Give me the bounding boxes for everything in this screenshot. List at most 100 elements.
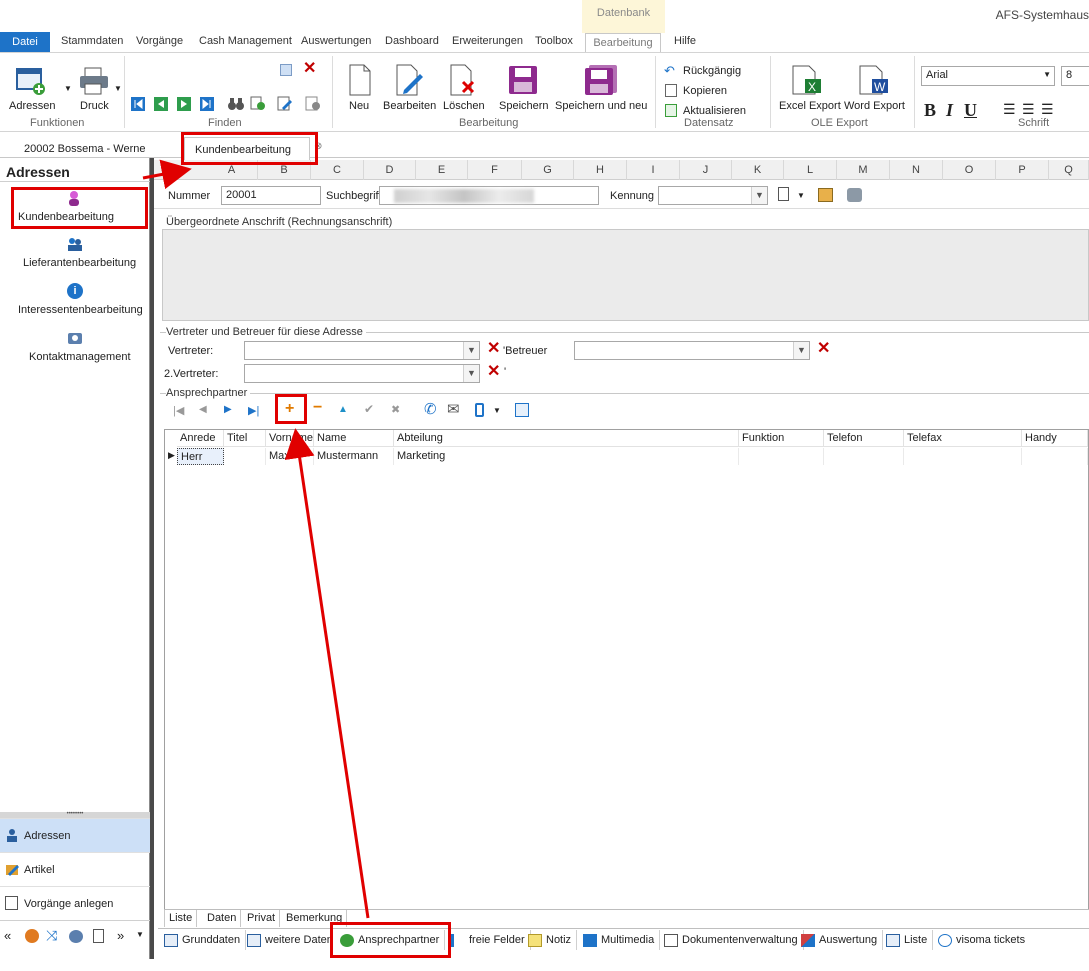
betreuer-select[interactable]: ▼ xyxy=(574,341,810,360)
address-book-icon[interactable] xyxy=(15,66,47,96)
nav-adressen[interactable]: Adressen xyxy=(0,818,150,852)
font-family-select[interactable]: Arial ▼ xyxy=(921,66,1055,86)
speichern-und-neu-button[interactable]: Speichern und neu xyxy=(555,100,647,112)
tab-liste[interactable]: Liste xyxy=(882,930,934,950)
word-export-icon[interactable]: W xyxy=(858,65,890,98)
remove-contact-icon[interactable]: − xyxy=(313,399,322,417)
tab-dokumentenverwaltung[interactable]: Dokumentenverwaltung xyxy=(660,930,804,950)
export-contacts-icon[interactable] xyxy=(515,403,529,417)
new-document-icon[interactable] xyxy=(348,64,372,99)
tab-visoma-tickets[interactable]: visoma tickets xyxy=(934,930,1030,950)
clear-vertreter-icon[interactable]: ✕ xyxy=(487,341,500,357)
panel-splitter[interactable] xyxy=(150,158,154,959)
shortcut-shuffle-icon[interactable]: ⤨ xyxy=(46,927,57,944)
excel-export-icon[interactable]: X xyxy=(791,65,823,98)
prev-record-icon[interactable] xyxy=(154,97,168,114)
bold-button[interactable]: B xyxy=(924,100,936,121)
next-record-icon[interactable] xyxy=(177,97,191,114)
document-dropdown-icon[interactable]: ▼ xyxy=(797,191,805,200)
column-header-e[interactable]: E xyxy=(416,160,468,180)
column-header-j[interactable]: J xyxy=(680,160,732,180)
cancel-contact-icon[interactable]: ✖ xyxy=(391,403,400,416)
tab-freie-felder[interactable]: freie Felder xyxy=(447,930,531,950)
column-header-k[interactable]: K xyxy=(732,160,784,180)
subtab-daten[interactable]: Daten xyxy=(203,910,242,927)
shortcut-chart-icon[interactable] xyxy=(69,930,83,943)
delete-document-icon[interactable] xyxy=(449,64,477,99)
mobile-icon[interactable] xyxy=(475,403,484,417)
menu-toolbox[interactable]: Toolbox xyxy=(535,35,573,47)
cell-vorname[interactable]: Max xyxy=(266,448,314,465)
cell-telefon[interactable] xyxy=(824,448,904,465)
column-header-p[interactable]: P xyxy=(996,160,1049,180)
nav-artikel[interactable]: Artikel xyxy=(0,852,150,886)
excel-export-button[interactable]: Excel Export xyxy=(779,100,841,112)
column-header-a[interactable]: A xyxy=(206,160,258,180)
neu-button[interactable]: Neu xyxy=(349,100,369,112)
doc-tab-active[interactable]: Kundenbearbeitung xyxy=(184,137,310,161)
first-contact-icon[interactable]: |◀ xyxy=(173,404,184,417)
cell-telefax[interactable] xyxy=(904,448,1022,465)
tab-notiz[interactable]: Notiz xyxy=(524,930,578,950)
nav-vorgaenge-anlegen[interactable]: Vorgänge anlegen xyxy=(0,886,150,920)
table-row[interactable]: Herr Max Mustermann Marketing xyxy=(165,430,1088,466)
underline-button[interactable]: U xyxy=(964,100,977,121)
menu-auswertungen[interactable]: Auswertungen xyxy=(301,35,371,47)
cell-name[interactable]: Mustermann xyxy=(314,448,394,465)
adressen-dropdown-icon[interactable]: ▼ xyxy=(64,84,72,93)
kopieren-button[interactable]: Kopieren xyxy=(683,85,727,97)
add-contact-icon[interactable]: + xyxy=(285,400,294,418)
bearbeiten-button[interactable]: Bearbeiten xyxy=(383,100,436,112)
column-header-l[interactable]: L xyxy=(784,160,837,180)
expand-nav-icon[interactable]: » xyxy=(117,928,124,943)
nav-lieferantenbearbeitung[interactable]: Lieferantenbearbeitung xyxy=(23,257,136,269)
shortcut-bundle-icon[interactable] xyxy=(25,929,39,943)
mobile-dropdown-icon[interactable]: ▼ xyxy=(493,406,501,415)
cell-funktion[interactable] xyxy=(739,448,824,465)
collapse-nav-icon[interactable]: « xyxy=(4,928,11,943)
undo-icon[interactable]: ↶ xyxy=(664,63,675,79)
nav-kundenbearbeitung[interactable]: Kundenbearbeitung xyxy=(18,211,114,223)
cell-abteilung[interactable]: Marketing xyxy=(394,448,739,465)
column-header-c[interactable]: C xyxy=(311,160,364,180)
copy-icon[interactable] xyxy=(665,84,677,97)
tab-auswertung[interactable]: Auswertung xyxy=(797,930,884,950)
close-tab-icon[interactable]: ⊗ xyxy=(314,141,322,152)
italic-button[interactable]: I xyxy=(946,100,953,121)
print-record-icon[interactable] xyxy=(847,188,862,202)
druck-button[interactable]: Druck xyxy=(80,100,109,112)
align-right-icon[interactable]: ☰ xyxy=(1041,101,1054,118)
cell-anrede[interactable]: Herr xyxy=(177,448,224,465)
nav-kontaktmanagement[interactable]: Kontaktmanagement xyxy=(29,351,131,363)
cell-handy[interactable] xyxy=(1022,448,1088,465)
filter-dropdown-icon[interactable] xyxy=(280,64,292,76)
subtab-liste[interactable]: Liste xyxy=(164,910,198,927)
column-header-h[interactable]: H xyxy=(574,160,627,180)
last-contact-icon[interactable]: ▶| xyxy=(248,404,259,417)
tab-multimedia[interactable]: Multimedia xyxy=(579,930,661,950)
menu-datei[interactable]: Datei xyxy=(0,32,50,52)
edit-filter-icon[interactable] xyxy=(277,96,293,114)
refresh-icon[interactable] xyxy=(665,104,677,117)
druck-dropdown-icon[interactable]: ▼ xyxy=(114,84,122,93)
column-header-o[interactable]: O xyxy=(943,160,996,180)
nav-interessentenbearbeitung[interactable]: Interessentenbearbeitung xyxy=(18,304,143,316)
filter-settings-icon[interactable] xyxy=(305,96,321,114)
move-up-contact-icon[interactable]: ▲ xyxy=(338,404,348,415)
speichern-button[interactable]: Speichern xyxy=(499,100,549,112)
binoculars-icon[interactable] xyxy=(228,96,244,114)
menu-vorgaenge[interactable]: Vorgänge xyxy=(136,35,183,47)
tab-ansprechpartner[interactable]: Ansprechpartner xyxy=(336,930,446,950)
menu-erweiterungen[interactable]: Erweiterungen xyxy=(452,35,523,47)
clear-vertreter2-icon[interactable]: ✕ xyxy=(487,364,500,380)
last-record-icon[interactable] xyxy=(200,97,214,114)
printer-icon[interactable] xyxy=(78,66,110,96)
column-header-d[interactable]: D xyxy=(364,160,416,180)
column-header-g[interactable]: G xyxy=(522,160,574,180)
menu-bearbeitung[interactable]: Bearbeitung xyxy=(585,33,661,53)
kennung-select[interactable]: ▼ xyxy=(658,186,768,205)
document-icon[interactable] xyxy=(778,187,789,201)
vertreter2-select[interactable]: ▼ xyxy=(244,364,480,383)
tab-weitere-daten[interactable]: weitere Daten xyxy=(243,930,339,950)
vertreter-select[interactable]: ▼ xyxy=(244,341,480,360)
